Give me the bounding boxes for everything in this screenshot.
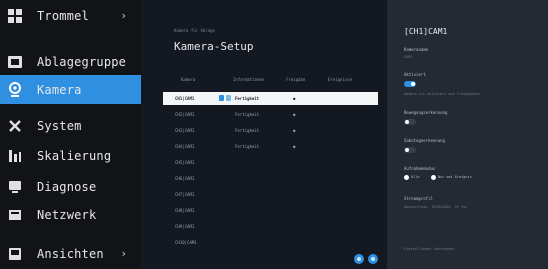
release-indicator: ● [293,144,296,149]
camera-name: CH2|CAM1 [175,112,195,117]
camera-info: Fertigkeit [235,144,260,149]
column-header[interactable]: Informationen [233,77,264,82]
activated-toggle[interactable] [404,81,416,87]
table-row[interactable]: CH4|CAM1 Fertigkeit ● [163,140,378,153]
chevron-right-icon: › [120,9,127,22]
nav-label: Ansichten [37,246,104,261]
camera-info: Fertigkeit [235,96,260,101]
network-icon [7,207,23,223]
tools-icon [7,118,23,134]
nav-label: Ablagegruppe [37,54,127,69]
release-indicator: ● [293,112,296,117]
camera-info: Fertigkeit [235,112,260,117]
table-row[interactable]: CH3|CAM1 Fertigkeit ● [163,124,378,137]
nav-item-trommel[interactable]: Trommel › [0,1,141,30]
camera-icon [7,81,23,98]
camera-icon [219,95,224,101]
camera-info: Fertigkeit [235,128,260,133]
diagnosis-icon [7,179,23,195]
camera-name: CH4|CAM1 [175,144,195,149]
add-camera-button[interactable] [354,254,364,264]
nav-label: Trommel [37,8,89,23]
motion-detection-toggle[interactable] [404,119,416,125]
equalizer-icon [7,148,23,164]
activated-description: Kamera ist aktiviert und freigegeben [404,92,480,96]
column-header[interactable]: Freigabe [286,77,305,82]
toggle-knob [411,82,415,86]
table-row[interactable]: CH1|CAM1 Fertigkeit ● [163,92,378,105]
radio-all-label: Alle [411,175,420,179]
activated-label: Aktiviert [404,72,426,77]
nav-item-skalierung[interactable]: Skalierung [0,141,141,170]
camera-name: CH10|CAM1 [175,240,197,245]
chevron-right-icon: › [120,247,127,260]
grid-icon [7,8,23,24]
dashboard-icon [7,54,23,70]
table-row[interactable]: CH10|CAM1 [163,236,378,249]
nav-label: Netzwerk [37,207,97,222]
breadcrumb: Kamera für Ablage [174,28,215,33]
table-row[interactable]: CH8|CAM1 [163,204,378,217]
camera-name: CH5|CAM1 [175,160,195,165]
radio-event-only-label: Nur bei Ereignis [438,175,472,179]
radio-event-only[interactable] [431,175,436,180]
camera-detail-panel: [CH1]CAM1 Kameraname CAM1 Aktiviert Kame… [387,0,548,269]
table-header: Kamera Informationen Freigabe Ereignisse [163,77,378,85]
table-row[interactable]: CH6|CAM1 [163,172,378,185]
nav-item-ablagegruppe[interactable]: Ablagegruppe [0,47,141,76]
table-row[interactable]: CH9|CAM1 [163,220,378,233]
tamper-detection-toggle[interactable] [404,147,416,153]
monitor-icon [7,246,23,262]
table-row[interactable]: CH5|CAM1 [163,156,378,169]
table-row[interactable]: CH2|CAM1 Fertigkeit ● [163,108,378,121]
camera-name: CH7|CAM1 [175,192,195,197]
nav-label: Skalierung [37,148,112,163]
camera-name: CH6|CAM1 [175,176,195,181]
release-indicator: ● [293,128,296,133]
settings-button[interactable] [368,254,378,264]
camera-name: CH3|CAM1 [175,128,195,133]
nav-item-system[interactable]: System [0,111,141,140]
nav-item-kamera[interactable]: Kamera [0,75,141,104]
edit-icon[interactable] [226,95,231,101]
toggle-knob [405,120,409,124]
nav-item-diagnose[interactable]: Diagnose [0,172,141,201]
nav-label: System [37,118,82,133]
nav-item-ansichten[interactable]: Ansichten › [0,239,141,268]
column-header[interactable]: Ereignisse [328,77,352,82]
page-title: Kamera-Setup [174,40,254,53]
tamper-detection-label: Sabotageerkennung [404,138,445,143]
stream-profile-value[interactable]: Hauptstream, 1920x1080, 25 fps [404,205,467,209]
camera-name: CH1|CAM1 [175,96,195,101]
nav-item-netzwerk[interactable]: Netzwerk [0,200,141,229]
sidebar: Trommel › Ablagegruppe Kamera System Ska… [0,0,141,269]
toggle-knob [405,148,409,152]
column-header[interactable]: Kamera [181,77,195,82]
camera-name: CH8|CAM1 [175,208,195,213]
recording-mode-label: Aufnahmemodus [404,166,436,171]
motion-detection-label: Bewegungserkennung [404,110,448,115]
detail-title: [CH1]CAM1 [404,27,448,36]
table-row[interactable]: CH7|CAM1 [163,188,378,201]
nav-label: Kamera [37,82,82,97]
camera-name-label: Kameraname [404,47,429,52]
release-indicator: ● [293,96,296,101]
camera-name: CH9|CAM1 [175,224,195,229]
apply-settings-link[interactable]: Einstellungen übernehmen [404,247,455,251]
nav-label: Diagnose [37,179,97,194]
radio-all[interactable] [404,175,409,180]
camera-list-panel: Kamera für Ablage Kamera-Setup Kamera In… [141,0,387,269]
stream-profile-label: Streamprofil [404,196,433,201]
camera-name-value[interactable]: CAM1 [404,55,412,59]
